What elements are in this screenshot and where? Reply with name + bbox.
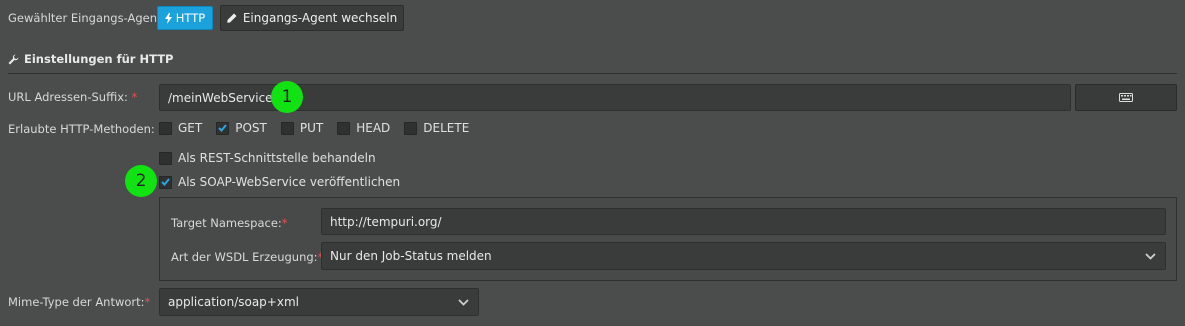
switch-agent-label: Eingangs-Agent wechseln <box>242 11 398 25</box>
methods-group: GET POST PUT HEAD DELETE <box>159 121 469 135</box>
rest-option[interactable]: Als REST-Schnittstelle behandeln <box>159 151 376 165</box>
section-title-text: Einstellungen für HTTP <box>24 52 174 66</box>
chevron-down-icon <box>1135 243 1165 269</box>
url-suffix-label: URL Adressen-Suffix: * <box>8 90 138 104</box>
method-post[interactable]: POST <box>216 121 267 135</box>
url-suffix-value: /meinWebService <box>168 90 273 105</box>
method-head[interactable]: HEAD <box>337 121 390 135</box>
soap-option[interactable]: Als SOAP-WebService veröffentlichen <box>159 175 400 189</box>
method-put-checkbox[interactable] <box>280 121 294 135</box>
namespace-label: Target Namespace:* <box>171 216 288 230</box>
wsdl-select[interactable]: Nur den Job-Status melden <box>321 242 1166 270</box>
marker-2: 2 <box>125 165 157 197</box>
pencil-icon <box>227 13 237 23</box>
namespace-input[interactable]: http://tempuri.org/ <box>321 208 1166 235</box>
agent-value: HTTP <box>175 11 206 25</box>
rest-checkbox[interactable] <box>159 151 172 165</box>
mime-select[interactable]: application/soap+xml <box>159 288 479 316</box>
wsdl-value: Nur den Job-Status melden <box>330 249 492 263</box>
switch-agent-button[interactable]: Eingangs-Agent wechseln <box>220 5 404 31</box>
mime-value: application/soap+xml <box>168 295 299 309</box>
method-post-checkbox[interactable] <box>216 121 230 135</box>
section-divider <box>8 73 1177 74</box>
mime-label: Mime-Type der Antwort:* <box>8 295 151 309</box>
check-icon <box>161 178 170 186</box>
url-keyboard-button[interactable] <box>1075 84 1177 111</box>
keyboard-icon <box>1119 93 1133 102</box>
methods-label: Erlaubte HTTP-Methoden: <box>8 122 155 136</box>
method-put[interactable]: PUT <box>280 121 323 135</box>
wsdl-label: Art der WSDL Erzeugung:* <box>171 250 323 264</box>
method-delete-checkbox[interactable] <box>404 121 418 135</box>
method-head-checkbox[interactable] <box>337 121 351 135</box>
namespace-value: http://tempuri.org/ <box>330 214 442 229</box>
method-get-checkbox[interactable] <box>159 121 172 135</box>
wrench-icon <box>8 54 19 64</box>
soap-checkbox[interactable] <box>159 175 172 189</box>
method-get[interactable]: GET <box>159 121 202 135</box>
marker-1: 1 <box>271 81 303 113</box>
method-delete[interactable]: DELETE <box>404 121 469 135</box>
agent-badge: HTTP <box>157 6 213 30</box>
bolt-icon <box>164 12 172 24</box>
chevron-down-icon <box>448 289 478 315</box>
check-icon <box>218 124 227 132</box>
agent-label: Gewählter Eingangs-Agent: <box>8 11 166 25</box>
section-title: Einstellungen für HTTP <box>8 52 173 66</box>
